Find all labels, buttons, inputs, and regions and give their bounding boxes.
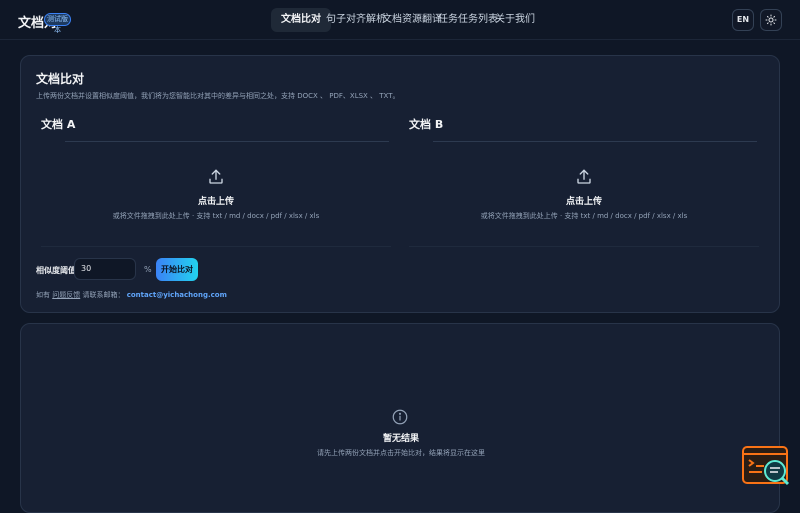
document-a-heading: 文档 A [41, 118, 76, 131]
top-navigation-bar: 文档对 测试版本 文档比对 句子对齐解析 文档资源翻译 任务任务列表 关于我们 … [0, 0, 800, 40]
results-empty-description: 请先上传两份文档并点击开始比对，结果将显示在这里 [317, 449, 485, 457]
contact-suffix: 请联系邮箱： [82, 291, 125, 299]
sun-icon [765, 14, 777, 26]
document-a-dropzone[interactable]: 点击上传 或将文件拖拽到此处上传 · 支持 txt / md / docx / … [41, 146, 391, 246]
document-b-dropzone[interactable]: 点击上传 或将文件拖拽到此处上传 · 支持 txt / md / docx / … [409, 146, 759, 246]
compare-card: 文档比对 上传两份文档并设置相似度阈值，我们将为您智能比对其中的差异与相同之处，… [20, 55, 780, 313]
divider [409, 246, 759, 247]
contact-prefix: 如有 [36, 291, 50, 299]
document-a-panel: 文档 A 点击上传 或将文件拖拽到此处上传 · 支持 txt / md / do… [41, 116, 391, 247]
divider [433, 141, 757, 142]
results-card: 暂无结果 请先上传两份文档并点击开始比对，结果将显示在这里 [20, 323, 780, 513]
compare-title: 文档比对 [36, 72, 85, 86]
document-a-upload-label: 点击上传 [197, 197, 234, 207]
contact-email-link[interactable]: contact@yichachong.com [127, 291, 227, 299]
upload-icon [209, 169, 223, 184]
divider [41, 246, 391, 247]
compare-description: 上传两份文档并设置相似度阈值，我们将为您智能比对其中的差异与相同之处，支持 DO… [36, 92, 400, 100]
contact-line: 如有 问题反馈 请联系邮箱： contact@yichachong.com [36, 290, 227, 300]
info-icon [392, 409, 408, 425]
language-toggle-button[interactable]: EN [732, 9, 754, 31]
document-a-upload-hint: 或将文件拖拽到此处上传 · 支持 txt / md / docx / pdf /… [112, 212, 320, 220]
code-search-icon [742, 446, 790, 486]
theme-toggle-button[interactable] [760, 9, 782, 31]
document-b-heading: 文档 B [409, 118, 444, 131]
start-compare-button[interactable]: 开始比对 [156, 258, 198, 281]
floating-helper-widget[interactable] [742, 446, 790, 486]
results-empty-title: 暂无结果 [382, 434, 419, 444]
feedback-link[interactable]: 问题反馈 [52, 291, 80, 299]
threshold-unit: % [144, 265, 152, 274]
version-badge: 测试版本 [44, 13, 71, 34]
document-b-upload-hint: 或将文件拖拽到此处上传 · 支持 txt / md / docx / pdf /… [480, 212, 688, 220]
nav-tab-about[interactable]: 关于我们 [485, 8, 545, 32]
divider [65, 141, 389, 142]
threshold-label: 相似度阈值 [36, 266, 76, 275]
upload-icon [577, 169, 591, 184]
threshold-input[interactable]: 30 [74, 258, 136, 280]
document-b-panel: 文档 B 点击上传 或将文件拖拽到此处上传 · 支持 txt / md / do… [409, 116, 759, 247]
document-b-upload-label: 点击上传 [565, 197, 602, 207]
